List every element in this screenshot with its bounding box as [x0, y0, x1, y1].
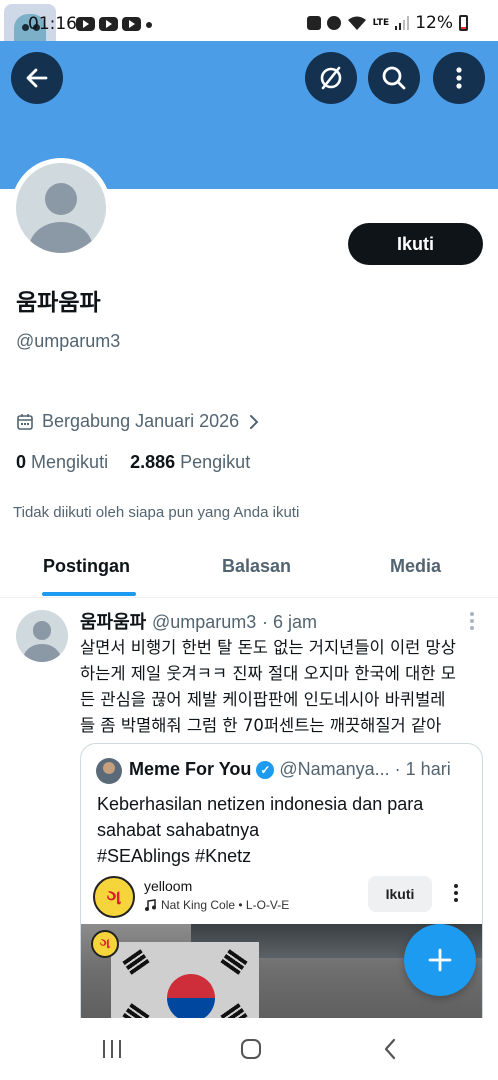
- status-time: 01:16: [28, 14, 77, 34]
- joined-date-row[interactable]: Bergabung Januari 2026: [16, 411, 261, 432]
- post-author-handle[interactable]: @umparum3: [152, 612, 256, 632]
- following-label: Mengikuti: [31, 452, 109, 472]
- follow-stats: 0 Mengikuti 2.886 Pengikut: [16, 452, 250, 473]
- signal-icon: [395, 16, 410, 30]
- more-options-button[interactable]: [433, 52, 485, 104]
- tab-posts[interactable]: Postingan: [43, 556, 130, 577]
- following-count: 0: [16, 452, 27, 472]
- post-author-avatar[interactable]: [16, 610, 68, 662]
- search-icon: [382, 66, 406, 90]
- media-more-icon[interactable]: [454, 884, 458, 902]
- compose-button[interactable]: [404, 924, 476, 996]
- tab-replies[interactable]: Balasan: [222, 556, 291, 577]
- active-tab-indicator: [42, 592, 136, 596]
- profile-display-name: 움파움파: [16, 290, 101, 316]
- youtube-icon: [122, 17, 141, 31]
- profile-handle: @umparum3: [16, 331, 121, 351]
- more-vertical-icon: [456, 67, 462, 89]
- quoted-text-line[interactable]: #SEAblings #Knetz: [97, 843, 423, 869]
- more-notifications-dot: [146, 22, 152, 28]
- media-music-row: Nat King Cole • L-O-V-E: [144, 898, 289, 912]
- notification-icons: [76, 17, 141, 31]
- followers-link[interactable]: 2.886 Pengikut: [130, 452, 250, 473]
- quoted-text-line: sahabat sahabatnya: [97, 820, 260, 840]
- post-text-line: 살면서 비행기 한번 탈 돈도 없는 거지년들이 이런 망상: [80, 638, 456, 657]
- network-type: LTE: [372, 17, 390, 28]
- alarm-icon: [326, 16, 341, 30]
- youtube-icon: [99, 17, 118, 31]
- search-button[interactable]: [368, 52, 420, 104]
- slashed-circle-icon: [320, 66, 342, 90]
- post-text: 살면서 비행기 한번 탈 돈도 없는 거지년들이 이런 망상 하는게 제일 웃겨…: [80, 635, 484, 739]
- home-icon[interactable]: [239, 1037, 263, 1061]
- arrow-left-icon: [26, 68, 48, 88]
- verified-badge-icon: ✓: [256, 760, 275, 779]
- profile-tabs: Postingan Balasan Media: [0, 540, 498, 598]
- post-time: · 6 jam: [262, 612, 318, 632]
- following-link[interactable]: 0 Mengikuti: [16, 452, 108, 473]
- media-account-name: yelloom: [144, 878, 193, 894]
- system-navigation-bar: [0, 1018, 498, 1080]
- recent-apps-icon[interactable]: [100, 1038, 124, 1060]
- back-nav-icon[interactable]: [380, 1037, 400, 1061]
- quoted-author-name: Meme For You: [129, 759, 252, 779]
- calendar-icon: [17, 413, 33, 430]
- yelloom-logo: ગ: [93, 876, 135, 918]
- plus-icon: [428, 948, 452, 972]
- media-music-text: Nat King Cole • L-O-V-E: [161, 898, 290, 912]
- lock-icon: [306, 16, 321, 30]
- quoted-post-text: Keberhasilan netizen indonesia dan para …: [97, 791, 423, 869]
- post-text-line: 들 좀 박멸해줘 그럼 한 70퍼센트는 깨끗해질거 같아: [80, 716, 442, 735]
- post-author-name[interactable]: 움파움파: [80, 612, 146, 633]
- music-note-icon: [145, 899, 156, 911]
- battery-percentage: 12%: [415, 13, 453, 33]
- profile-avatar[interactable]: [11, 158, 111, 258]
- battery-icon: [459, 15, 468, 31]
- notifications-button[interactable]: [305, 52, 357, 104]
- quoted-text-line: Keberhasilan netizen indonesia dan para: [97, 794, 424, 814]
- yelloom-logo-small: ગ: [91, 930, 119, 958]
- post-header: 움파움파 @umparum3 · 6 jam: [80, 608, 317, 634]
- tab-media[interactable]: Media: [390, 556, 441, 577]
- quoted-post-header: Meme For You ✓ @Namanya... · 1 hari: [129, 759, 451, 780]
- media-follow-button[interactable]: Ikuti: [368, 876, 432, 912]
- quoted-post-time: · 1 hari: [394, 759, 451, 779]
- status-bar: 01:16 LTE 12%: [0, 0, 498, 54]
- chevron-right-icon: [250, 414, 259, 429]
- post-text-line: 하는게 제일 웃겨ㅋㅋ 진짜 절대 오지마 한국에 대한 모: [80, 664, 456, 683]
- wifi-icon: [347, 16, 366, 30]
- post-text-line: 든 관심을 끊어 제발 케이팝판에 인도네시아 바퀴벌레: [80, 690, 446, 709]
- follow-button[interactable]: Ikuti: [348, 223, 483, 265]
- not-followed-note: Tidak diikuti oleh siapa pun yang Anda i…: [13, 504, 300, 521]
- default-avatar-icon: [16, 163, 106, 253]
- back-button[interactable]: [11, 52, 63, 104]
- quoted-author-avatar: [96, 758, 122, 784]
- quoted-author-handle: @Namanya...: [279, 759, 390, 779]
- joined-text: Bergabung Januari 2026: [42, 411, 240, 431]
- youtube-icon: [76, 17, 95, 31]
- followers-label: Pengikut: [180, 452, 251, 472]
- post-more-icon[interactable]: [470, 612, 474, 630]
- followers-count: 2.886: [130, 452, 176, 472]
